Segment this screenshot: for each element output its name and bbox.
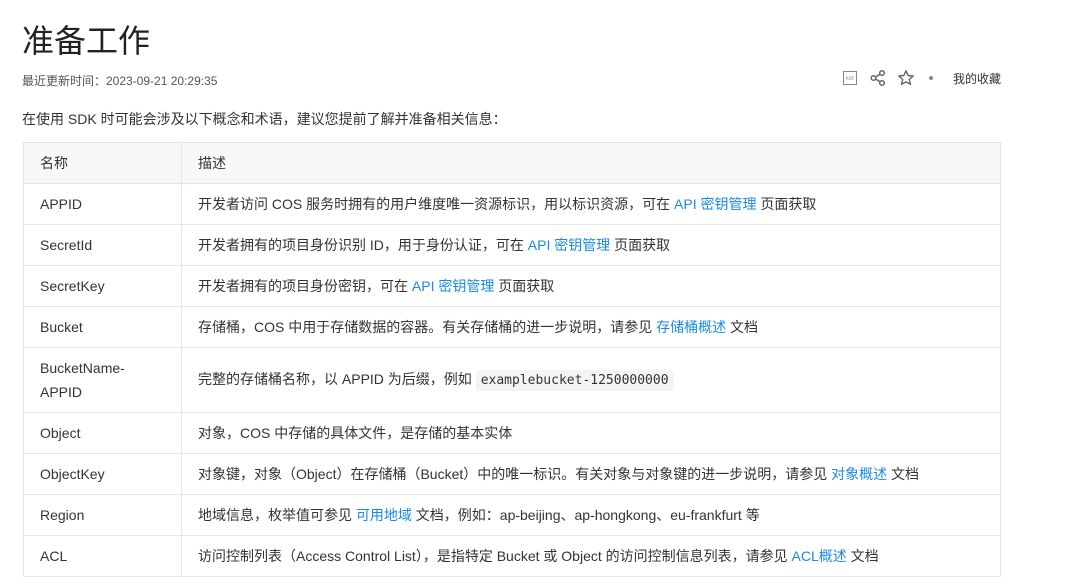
table-row: Object 对象，COS 中存储的具体文件，是存储的基本实体: [23, 412, 1001, 454]
table-row: ACL 访问控制列表（Access Control List），是指特定 Buc…: [23, 535, 1001, 577]
api-key-link[interactable]: API 密钥管理: [674, 196, 756, 212]
table-row: Bucket 存储桶，COS 中用于存储数据的容器。有关存储桶的进一步说明，请参…: [23, 306, 1001, 348]
example-bucket-code: examplebucket-1250000000: [475, 370, 674, 391]
term-name: Object: [23, 412, 182, 454]
term-desc: 访问控制列表（Access Control List），是指特定 Bucket …: [181, 535, 1001, 577]
my-favorites-link[interactable]: 我的收藏: [953, 70, 1001, 87]
acl-overview-link[interactable]: ACL概述: [792, 548, 847, 564]
term-name: APPID: [23, 183, 182, 225]
api-key-link[interactable]: API 密钥管理: [528, 237, 610, 253]
table-row: APPID 开发者访问 COS 服务时拥有的用户维度唯一资源标识，用以标识资源，…: [23, 183, 1001, 225]
concept-table: 名称 描述 APPID 开发者访问 COS 服务时拥有的用户维度唯一资源标识，用…: [23, 142, 1001, 577]
api-key-link[interactable]: API 密钥管理: [412, 278, 494, 294]
term-name: ObjectKey: [23, 453, 182, 495]
term-name: Region: [23, 494, 182, 536]
header-desc: 描述: [181, 142, 1001, 184]
term-name: SecretKey: [23, 265, 182, 307]
pdf-icon[interactable]: PDF: [841, 69, 859, 87]
term-name: Bucket: [23, 306, 182, 348]
term-desc: 开发者拥有的项目身份识别 ID，用于身份认证，可在 API 密钥管理 页面获取: [181, 224, 1001, 266]
region-link[interactable]: 可用地域: [356, 507, 412, 523]
intro-text: 在使用 SDK 时可能会涉及以下概念和术语，建议您提前了解并准备相关信息：: [22, 111, 507, 127]
term-name: BucketName-APPID: [23, 347, 182, 413]
svg-text:PDF: PDF: [846, 76, 855, 82]
term-desc: 开发者拥有的项目身份密钥，可在 API 密钥管理 页面获取: [181, 265, 1001, 307]
table-row: SecretKey 开发者拥有的项目身份密钥，可在 API 密钥管理 页面获取: [23, 265, 1001, 307]
term-desc: 开发者访问 COS 服务时拥有的用户维度唯一资源标识，用以标识资源，可在 API…: [181, 183, 1001, 225]
table-row: BucketName-APPID 完整的存储桶名称，以 APPID 为后缀，例如…: [23, 347, 1001, 413]
table-row: ObjectKey 对象键，对象（Object）在存储桶（Bucket）中的唯一…: [23, 453, 1001, 495]
update-time: 最近更新时间：2023-09-21 20:29:35: [22, 74, 218, 88]
star-icon[interactable]: [897, 69, 915, 87]
doc-toolbar: PDF 我的收藏: [841, 67, 1001, 89]
page-title: 准备工作: [22, 23, 151, 59]
table-row: SecretId 开发者拥有的项目身份识别 ID，用于身份认证，可在 API 密…: [23, 224, 1001, 266]
table-row: Region 地域信息，枚举值可参见 可用地域 文档，例如：ap-beijing…: [23, 494, 1001, 536]
term-desc: 对象键，对象（Object）在存储桶（Bucket）中的唯一标识。有关对象与对象…: [181, 453, 1001, 495]
header-name: 名称: [23, 142, 182, 184]
term-desc: 对象，COS 中存储的具体文件，是存储的基本实体: [181, 412, 1001, 454]
doc-page: 准备工作 最近更新时间：2023-09-21 20:29:35 PDF 我的收藏…: [0, 0, 1067, 585]
share-icon[interactable]: [869, 69, 887, 87]
term-name: ACL: [23, 535, 182, 577]
table-header-row: 名称 描述: [23, 142, 1001, 184]
term-desc: 存储桶，COS 中用于存储数据的容器。有关存储桶的进一步说明，请参见 存储桶概述…: [181, 306, 1001, 348]
term-desc: 完整的存储桶名称，以 APPID 为后缀，例如 examplebucket-12…: [181, 347, 1001, 413]
separator-dot: [928, 76, 933, 80]
object-overview-link[interactable]: 对象概述: [831, 466, 887, 482]
term-desc: 地域信息，枚举值可参见 可用地域 文档，例如：ap-beijing、ap-hon…: [181, 494, 1001, 536]
term-name: SecretId: [23, 224, 182, 266]
bucket-overview-link[interactable]: 存储桶概述: [656, 319, 726, 335]
